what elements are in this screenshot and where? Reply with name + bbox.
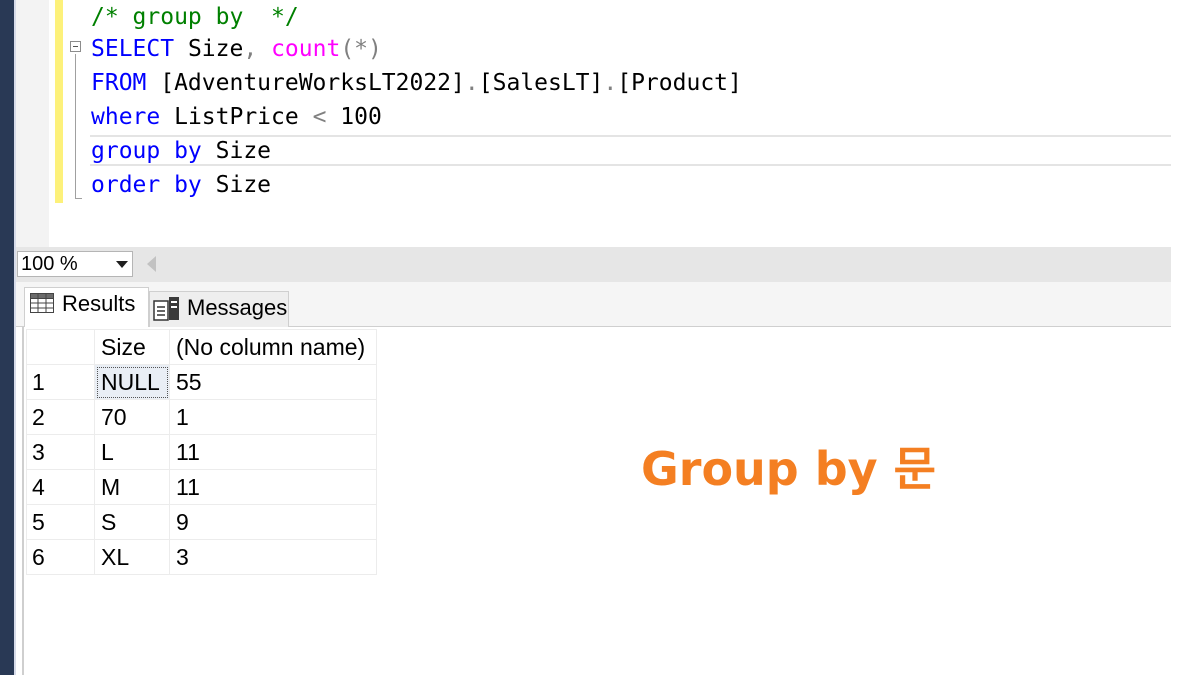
row-number-header[interactable] [26,329,95,365]
cell-count[interactable]: 11 [169,434,377,470]
code-token: /* group by */ [91,4,299,30]
cell-size[interactable]: 70 [94,399,170,435]
code-token: count [271,36,341,62]
tab-results[interactable]: Results [24,287,149,327]
zoom-value: 100 % [21,253,78,275]
code-token: [Product] [617,70,742,96]
code-token: [AdventureWorksLT2022] [146,70,465,96]
table-row[interactable]: 5 S 9 [26,504,377,540]
tab-results-label: Results [62,291,136,316]
code-token: (*) [340,36,382,62]
zoom-bar: 100 % [16,247,1171,282]
chevron-down-icon[interactable] [116,261,128,268]
code-token: Size [174,36,244,62]
row-number[interactable]: 3 [26,434,95,470]
cell-size[interactable]: M [94,469,170,505]
code-line-5[interactable]: group by Size [91,134,271,168]
table-row[interactable]: 3 L 11 [26,434,377,470]
cell-count[interactable]: 55 [169,364,377,400]
cell-size[interactable]: NULL [94,364,170,400]
zoom-dropdown[interactable]: 100 % [17,251,133,277]
cell-size[interactable]: XL [94,539,170,575]
results-tabs-bar: Results Messages [16,282,1171,327]
table-row[interactable]: 2 70 1 [26,399,377,435]
code-line-6[interactable]: order by Size [91,168,271,202]
cell-count[interactable]: 9 [169,504,377,540]
grid-header-row: Size (No column name) [26,329,377,365]
code-line-3[interactable]: FROM [AdventureWorksLT2022].[SalesLT].[P… [91,66,742,100]
table-row[interactable]: 4 M 11 [26,469,377,505]
fold-guide-line [75,54,76,199]
code-line-1[interactable]: /* group by */ [91,0,299,34]
code-token: . [464,70,479,96]
messages-icon [153,297,179,321]
table-row[interactable]: 1 NULL 55 [26,364,377,400]
column-header-size[interactable]: Size [94,329,170,365]
tab-messages-label: Messages [187,295,288,320]
code-token: 100 [326,104,382,130]
right-edge [1171,0,1179,675]
code-token: < [312,104,327,130]
overlay-title: Group by 문 [641,442,936,496]
code-token: group by [91,138,202,164]
code-token: where [91,104,161,130]
cell-count[interactable]: 3 [169,539,377,575]
grid-icon [30,293,54,313]
code-token: Size [201,138,272,164]
cell-count[interactable]: 11 [169,469,377,505]
code-token: ListPrice [160,104,313,130]
code-token: [SalesLT] [478,70,604,96]
code-line-4[interactable]: where ListPrice < 100 [91,100,382,134]
cell-size[interactable]: S [94,504,170,540]
code-token: FROM [91,70,147,96]
cell-count[interactable]: 1 [169,399,377,435]
fold-guide-end [75,198,82,199]
scroll-left-arrow-icon[interactable] [147,256,156,272]
code-token: Size [201,172,272,198]
query-editor[interactable]: /* group by */SELECT Size, count(*) FROM … [16,0,1171,247]
row-number[interactable]: 5 [26,504,95,540]
collapse-icon[interactable] [70,41,81,52]
left-window-strip [0,0,14,675]
code-token: . [603,70,618,96]
code-token: order by [91,172,202,198]
cell-size[interactable]: L [94,434,170,470]
row-number[interactable]: 1 [26,364,95,400]
change-tracking-bar [55,0,63,203]
code-line-2[interactable]: SELECT Size, count(*) [91,32,382,66]
code-token: , [243,36,258,62]
editor-gutter [16,0,49,247]
results-grid[interactable]: Size (No column name) 1 NULL 55 2 70 1 3… [26,329,377,575]
row-number[interactable]: 4 [26,469,95,505]
column-header-count[interactable]: (No column name) [169,329,377,365]
tab-messages[interactable]: Messages [149,291,289,327]
row-number[interactable]: 6 [26,539,95,575]
results-grid-area: Size (No column name) 1 NULL 55 2 70 1 3… [22,327,1171,675]
code-token: SELECT [91,36,175,62]
row-number[interactable]: 2 [26,399,95,435]
table-row[interactable]: 6 XL 3 [26,539,377,575]
